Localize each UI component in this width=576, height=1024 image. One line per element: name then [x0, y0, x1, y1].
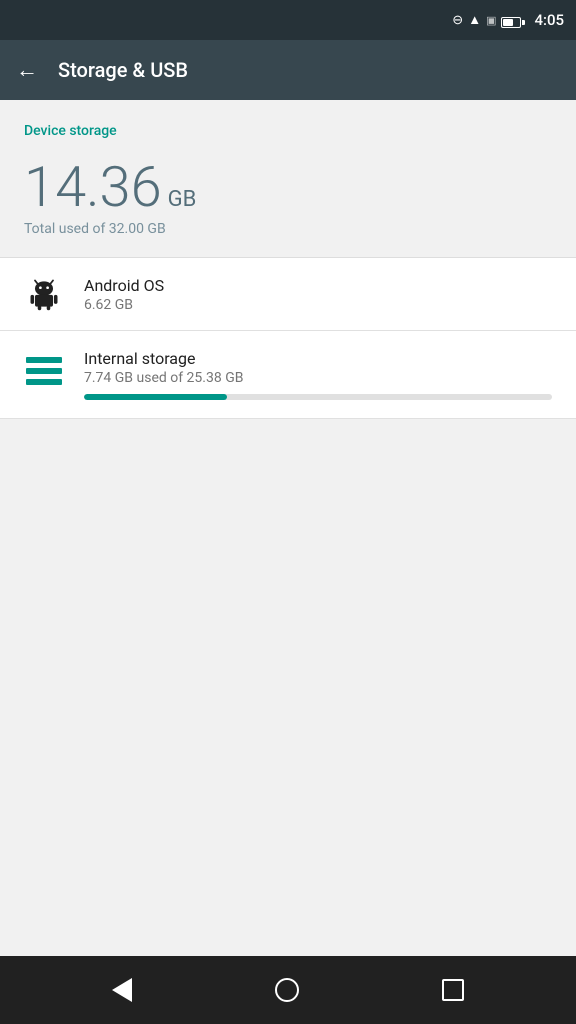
storage-total-text: Total used of 32.00 GB [24, 221, 552, 237]
main-content: Device storage 14.36 GB Total used of 32… [0, 100, 576, 956]
internal-storage-title: Internal storage [84, 349, 552, 368]
device-storage-section: Device storage [0, 100, 576, 149]
android-robot-svg [26, 276, 62, 312]
status-icons: ⊖ ▲ ▣ 4:05 [452, 11, 564, 30]
storage-summary: 14.36 GB Total used of 32.00 GB [0, 149, 576, 257]
toolbar: ← Storage & USB [0, 40, 576, 100]
storage-used-amount: 14.36 [24, 159, 162, 215]
internal-storage-subtitle: 7.74 GB used of 25.38 GB [84, 370, 552, 386]
nav-back-button[interactable] [112, 978, 132, 1002]
storage-lines-icon [24, 351, 64, 391]
nav-bar [0, 956, 576, 1024]
status-bar: ⊖ ▲ ▣ 4:05 [0, 0, 576, 40]
nav-home-button[interactable] [275, 978, 299, 1002]
do-not-disturb-icon: ⊖ [452, 13, 463, 28]
internal-storage-progress-fill [84, 394, 227, 400]
section-label: Device storage [24, 123, 117, 139]
wifi-icon: ▲ [468, 12, 481, 28]
storage-used-unit: GB [168, 187, 197, 212]
android-icon [24, 274, 64, 314]
android-os-title: Android OS [84, 276, 552, 295]
back-button[interactable]: ← [16, 57, 38, 83]
toolbar-title: Storage & USB [58, 58, 188, 82]
storage-used-large: 14.36 GB [24, 159, 552, 215]
nav-recent-icon [442, 979, 464, 1001]
android-os-subtitle: 6.62 GB [84, 297, 552, 313]
android-os-item[interactable]: Android OS 6.62 GB [0, 258, 576, 331]
signal-icon: ▣ [486, 14, 496, 27]
status-time: 4:05 [534, 11, 564, 29]
internal-storage-item[interactable]: Internal storage 7.74 GB used of 25.38 G… [0, 331, 576, 419]
nav-home-icon [275, 978, 299, 1002]
nav-recent-button[interactable] [442, 979, 464, 1001]
android-os-text: Android OS 6.62 GB [84, 276, 552, 313]
internal-storage-progress-container [84, 394, 552, 400]
battery-icon [501, 11, 525, 30]
internal-storage-text: Internal storage 7.74 GB used of 25.38 G… [84, 349, 552, 400]
nav-back-icon [112, 978, 132, 1002]
